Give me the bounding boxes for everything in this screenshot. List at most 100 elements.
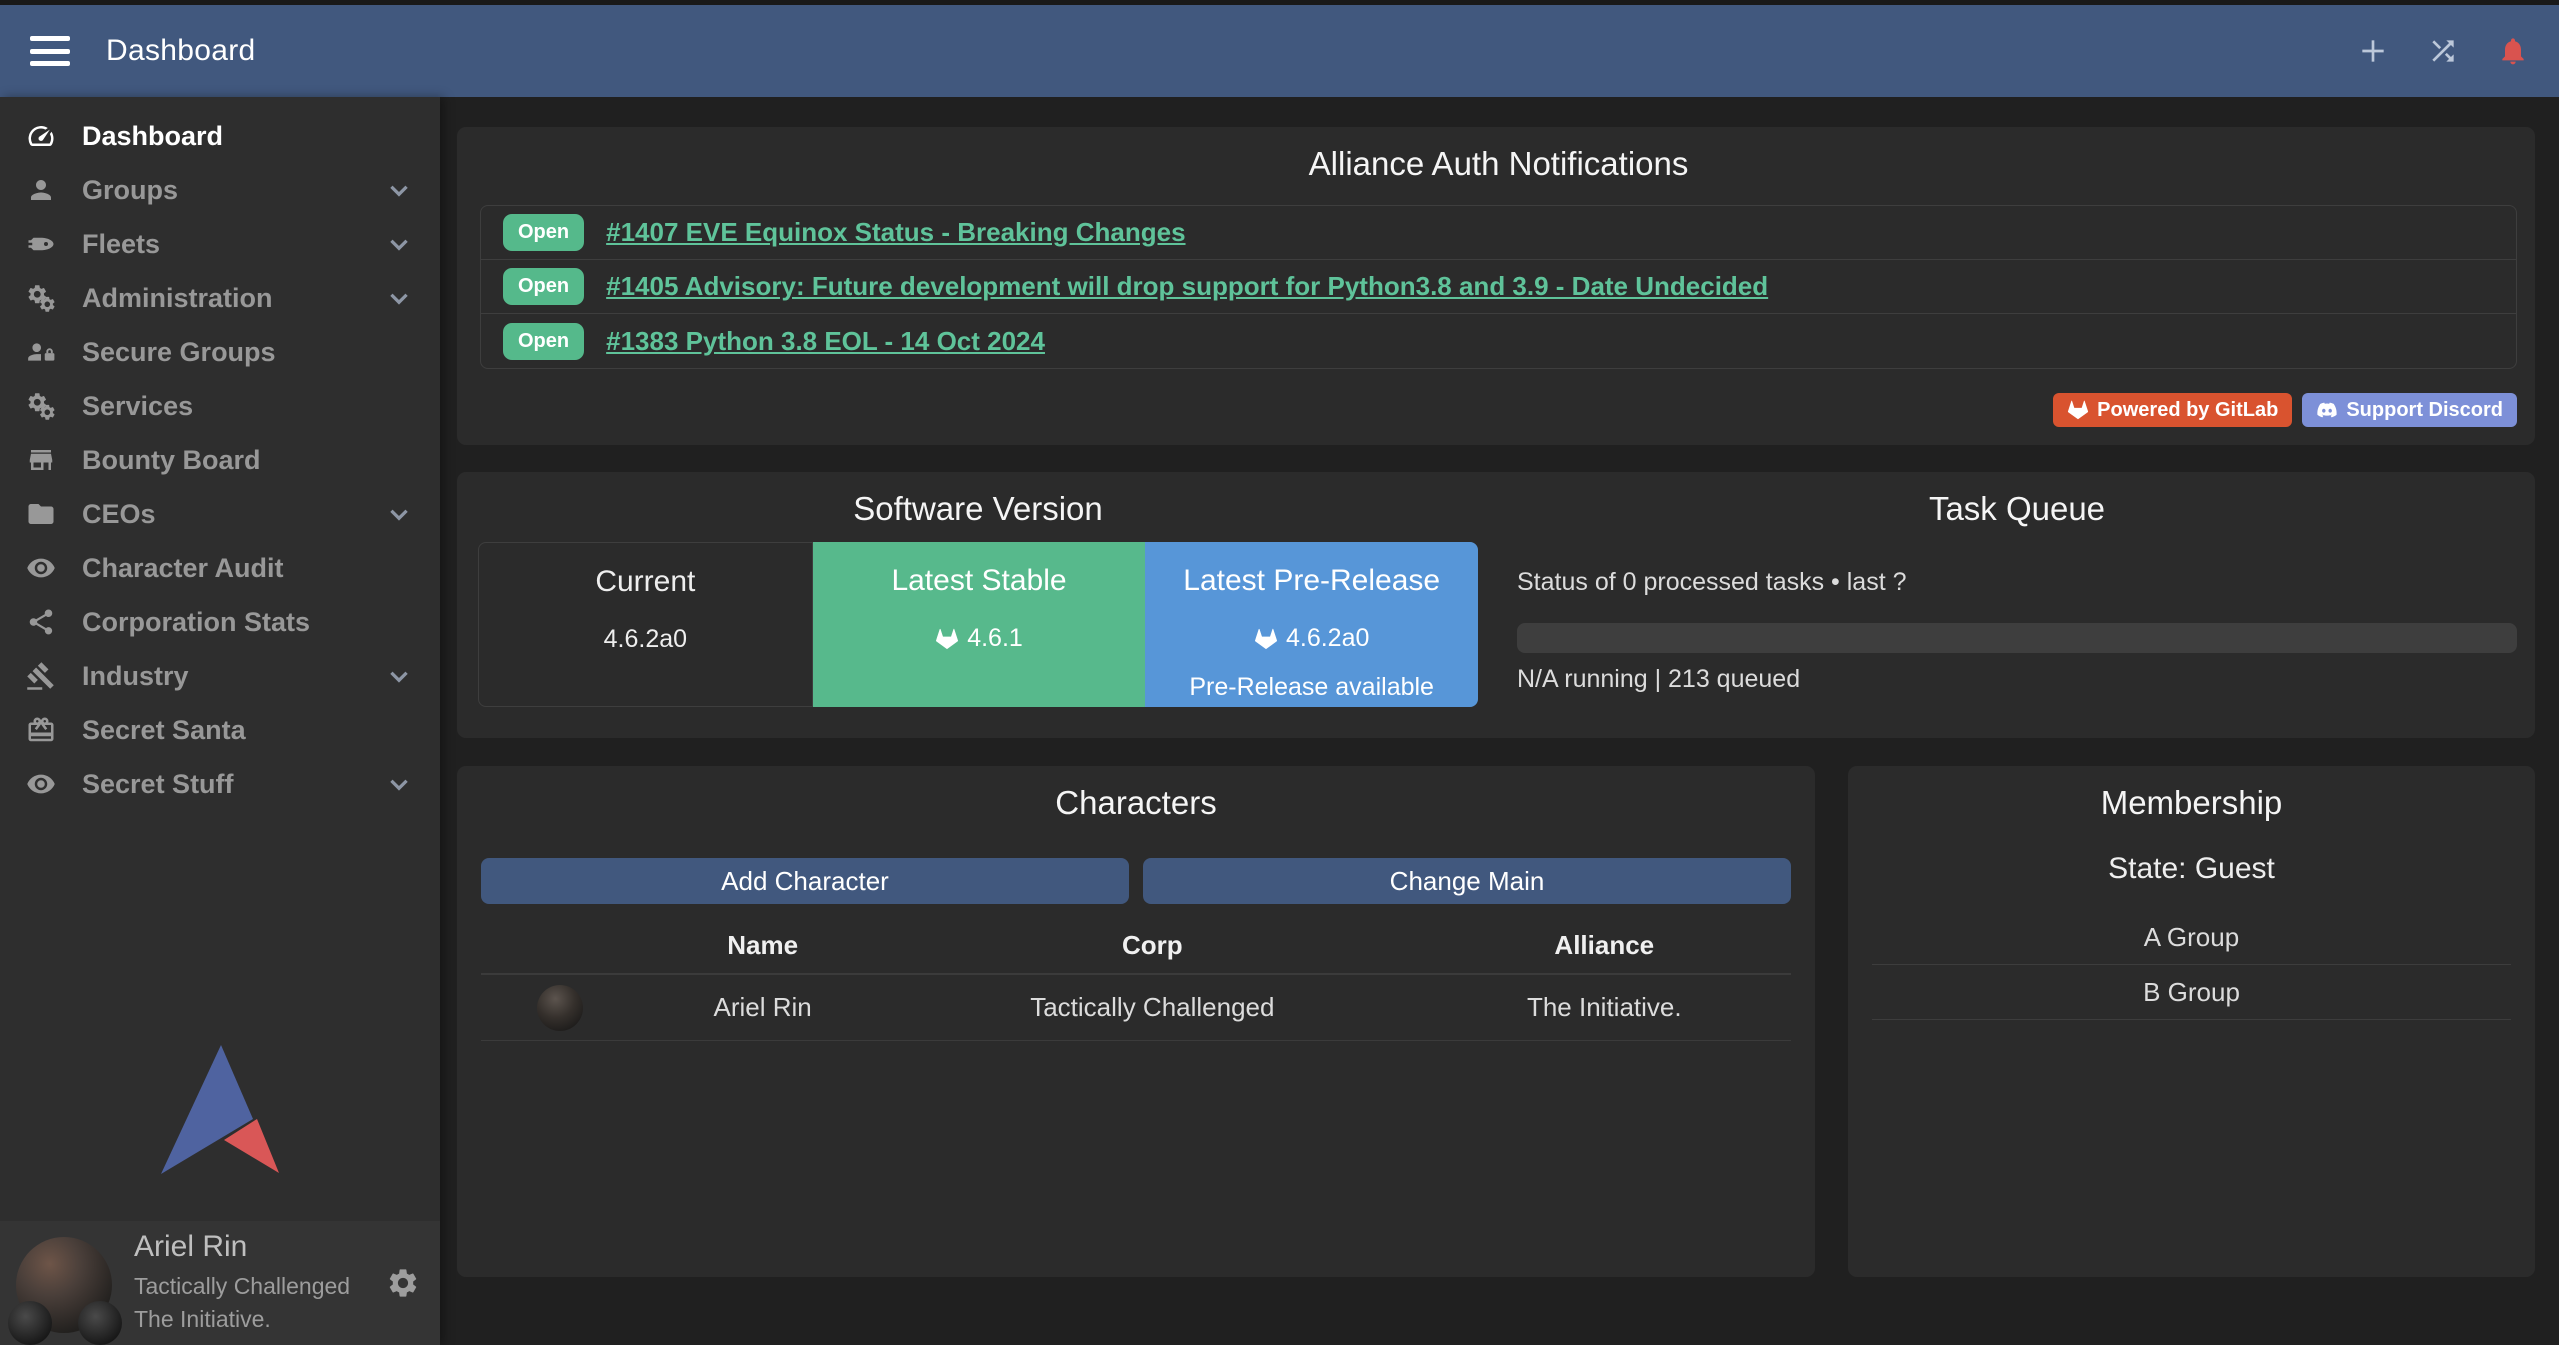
add-icon[interactable] xyxy=(2357,35,2389,67)
version-current-box: Current 4.6.2a0 xyxy=(478,542,813,707)
gauge-icon xyxy=(24,121,58,151)
prerelease-note: Pre-Release available xyxy=(1145,673,1478,702)
notification-item: Open #1383 Python 3.8 EOL - 14 Oct 2024 xyxy=(481,314,2516,368)
folder-icon xyxy=(24,499,58,529)
membership-groups-list: A Group B Group xyxy=(1872,910,2511,1020)
version-stable-label: Latest Stable xyxy=(813,564,1146,598)
alliance-logo-badge xyxy=(78,1301,122,1345)
status-badge: Open xyxy=(503,268,584,305)
sidebar-item-character-audit[interactable]: Character Audit xyxy=(0,541,440,595)
main-content: Alliance Auth Notifications Open #1407 E… xyxy=(440,97,2559,1345)
sidebar-item-services[interactable]: Services xyxy=(0,379,440,433)
user-corp: Tactically Challenged xyxy=(134,1270,350,1303)
sidebar-item-secure-groups[interactable]: Secure Groups xyxy=(0,325,440,379)
store-icon xyxy=(24,445,58,475)
alliance-auth-logo xyxy=(0,1042,440,1177)
software-taskqueue-panel: Software Version Current 4.6.2a0 Latest … xyxy=(457,472,2535,738)
task-queue-status: Status of 0 processed tasks • last ? xyxy=(1517,568,2517,597)
version-prerelease-box: Latest Pre-Release 4.6.2a0 Pre-Release a… xyxy=(1145,542,1478,707)
user-lock-icon xyxy=(24,337,58,367)
add-character-button[interactable]: Add Character xyxy=(481,858,1129,904)
column-header-name: Name xyxy=(638,930,887,961)
settings-gear-icon[interactable] xyxy=(386,1266,420,1300)
characters-panel: Characters Add Character Change Main Nam… xyxy=(457,766,1815,1277)
group-item: A Group xyxy=(1872,910,2511,965)
gitlab-badge-label: Powered by GitLab xyxy=(2097,399,2278,422)
version-stable-value[interactable]: 4.6.1 xyxy=(967,624,1023,653)
sidebar-item-label: Industry xyxy=(82,661,189,692)
sidebar-item-bounty-board[interactable]: Bounty Board xyxy=(0,433,440,487)
sidebar-item-industry[interactable]: Industry xyxy=(0,649,440,703)
sidebar-item-ceos[interactable]: CEOs xyxy=(0,487,440,541)
sidebar-item-label: Dashboard xyxy=(82,121,223,152)
gifts-icon xyxy=(24,715,58,745)
switch-character-icon[interactable] xyxy=(2427,35,2459,67)
characters-table-header: Name Corp Alliance xyxy=(481,930,1791,975)
gitlab-icon xyxy=(2067,399,2089,421)
top-navbar: Dashboard xyxy=(0,5,2559,97)
sidebar-item-corporation-stats[interactable]: Corporation Stats xyxy=(0,595,440,649)
notification-link[interactable]: #1383 Python 3.8 EOL - 14 Oct 2024 xyxy=(606,326,1045,357)
user-panel: Ariel Rin Tactically Challenged The Init… xyxy=(0,1221,440,1345)
sidebar-item-secret-santa[interactable]: Secret Santa xyxy=(0,703,440,757)
column-header-corp: Corp xyxy=(887,930,1418,961)
chevron-down-icon xyxy=(386,501,412,527)
gitlab-icon xyxy=(935,627,959,651)
sidebar-item-groups[interactable]: Groups xyxy=(0,163,440,217)
sidebar-item-label: Fleets xyxy=(82,229,160,260)
page-title: Dashboard xyxy=(106,34,255,68)
character-row: Ariel Rin Tactically Challenged The Init… xyxy=(481,975,1791,1041)
sidebar-item-label: Character Audit xyxy=(82,553,284,584)
user-avatar[interactable] xyxy=(16,1237,112,1333)
notifications-title: Alliance Auth Notifications xyxy=(480,127,2517,183)
sidebar: Dashboard Groups Fleets Administration S… xyxy=(0,97,440,1345)
hammer-icon xyxy=(24,661,58,691)
sidebar-item-label: Administration xyxy=(82,283,273,314)
notification-link[interactable]: #1405 Advisory: Future development will … xyxy=(606,271,1768,302)
software-version-section: Software Version Current 4.6.2a0 Latest … xyxy=(457,472,1496,738)
version-prerelease-value[interactable]: 4.6.2a0 xyxy=(1286,624,1369,653)
character-alliance: The Initiative. xyxy=(1418,992,1791,1023)
chevron-down-icon xyxy=(386,771,412,797)
corp-logo-badge xyxy=(8,1301,52,1345)
eye-icon xyxy=(24,769,58,799)
characters-title: Characters xyxy=(481,766,1791,822)
discord-badge-label: Support Discord xyxy=(2346,399,2503,422)
chevron-down-icon xyxy=(386,231,412,257)
sidebar-item-secret-stuff[interactable]: Secret Stuff xyxy=(0,757,440,811)
character-portrait xyxy=(537,985,583,1031)
notifications-bell-icon[interactable] xyxy=(2497,35,2529,67)
task-queue-summary: N/A running | 213 queued xyxy=(1517,665,2517,694)
notification-item: Open #1405 Advisory: Future development … xyxy=(481,260,2516,314)
user-name: Ariel Rin xyxy=(134,1230,350,1264)
cogs-icon xyxy=(24,283,58,313)
notification-link[interactable]: #1407 EVE Equinox Status - Breaking Chan… xyxy=(606,217,1185,248)
shuttle-icon xyxy=(24,229,58,259)
membership-state: State: Guest xyxy=(1872,852,2511,886)
sidebar-item-label: Groups xyxy=(82,175,178,206)
notifications-list: Open #1407 EVE Equinox Status - Breaking… xyxy=(480,205,2517,369)
column-header-alliance: Alliance xyxy=(1418,930,1791,961)
chevron-down-icon xyxy=(386,663,412,689)
version-prerelease-label: Latest Pre-Release xyxy=(1145,564,1478,598)
sidebar-item-dashboard[interactable]: Dashboard xyxy=(0,109,440,163)
task-queue-section: Task Queue Status of 0 processed tasks •… xyxy=(1496,472,2535,738)
membership-panel: Membership State: Guest A Group B Group xyxy=(1848,766,2535,1277)
sidebar-item-label: Secret Santa xyxy=(82,715,246,746)
chevron-down-icon xyxy=(386,177,412,203)
sidebar-item-label: Bounty Board xyxy=(82,445,261,476)
software-version-title: Software Version xyxy=(478,472,1478,528)
sidebar-item-fleets[interactable]: Fleets xyxy=(0,217,440,271)
menu-toggle-icon[interactable] xyxy=(30,36,70,66)
gitlab-badge[interactable]: Powered by GitLab xyxy=(2053,393,2292,427)
membership-title: Membership xyxy=(1872,766,2511,822)
user-alliance: The Initiative. xyxy=(134,1303,350,1336)
cogs-icon xyxy=(24,391,58,421)
gitlab-icon xyxy=(1254,627,1278,651)
chevron-down-icon xyxy=(386,285,412,311)
task-queue-title: Task Queue xyxy=(1517,472,2517,528)
discord-badge[interactable]: Support Discord xyxy=(2302,393,2517,427)
change-main-button[interactable]: Change Main xyxy=(1143,858,1791,904)
user-icon xyxy=(24,175,58,205)
sidebar-item-administration[interactable]: Administration xyxy=(0,271,440,325)
